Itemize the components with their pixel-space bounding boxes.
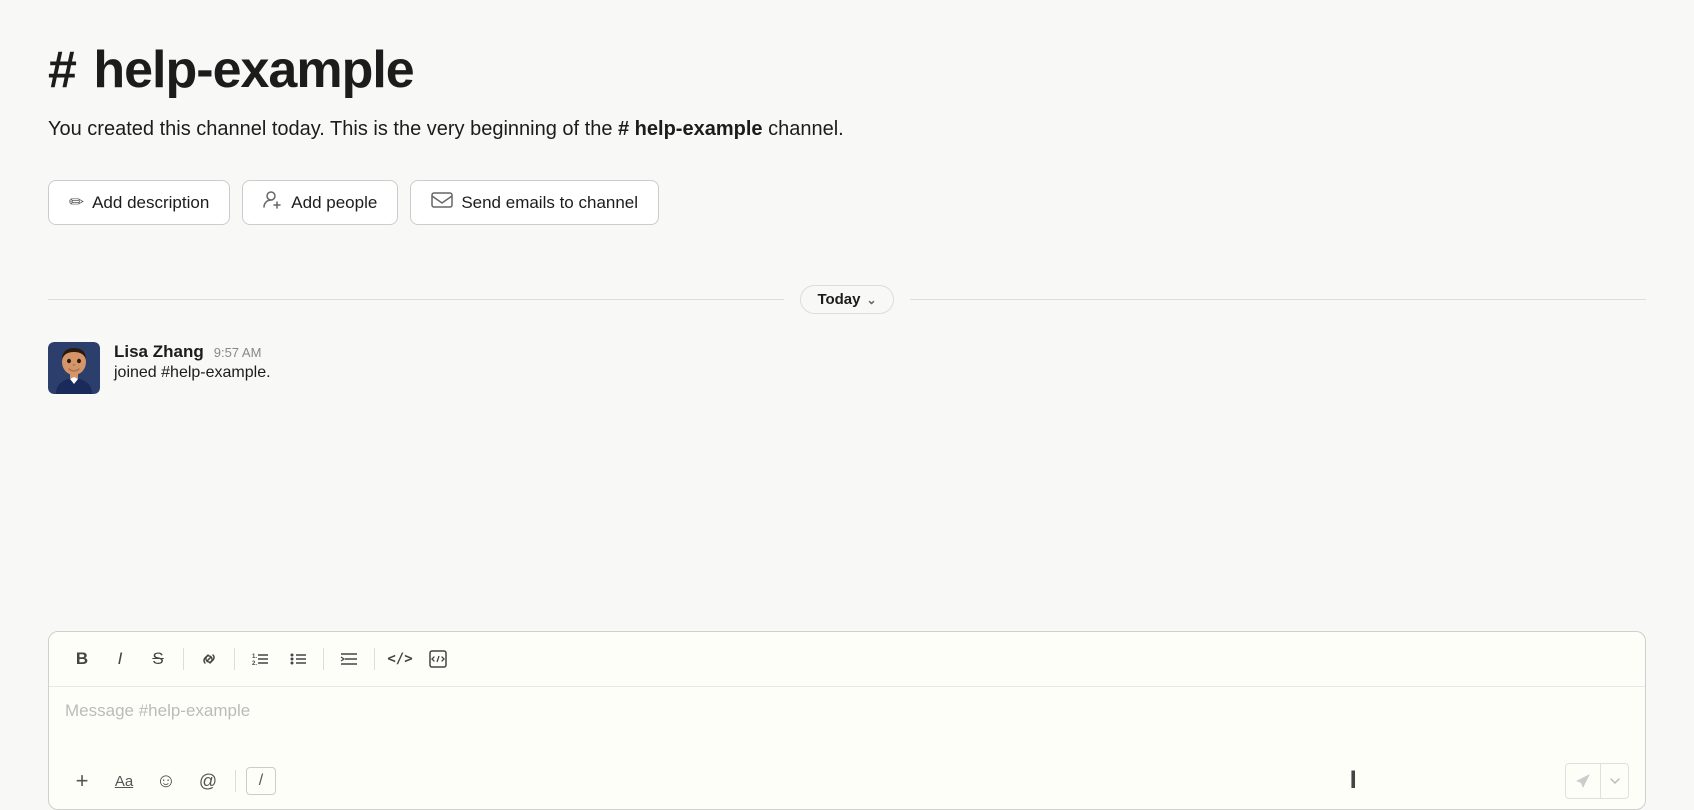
channel-name: help-example xyxy=(93,40,413,100)
send-emails-button[interactable]: Send emails to channel xyxy=(410,180,659,225)
formatting-toolbar: B I S 1. 2. xyxy=(49,632,1645,687)
message-meta: Lisa Zhang 9:57 AM xyxy=(114,342,271,362)
bold-button[interactable]: B xyxy=(65,642,99,676)
bottom-toolbar: + Aa ☺ @ / 𝐈 xyxy=(49,757,1645,809)
message-composer[interactable]: B I S 1. 2. xyxy=(48,631,1646,810)
text-cursor-indicator: 𝐈 xyxy=(1350,767,1357,795)
strikethrough-button[interactable]: S xyxy=(141,642,175,676)
message-text: joined #help-example. xyxy=(114,364,271,382)
add-people-label: Add people xyxy=(291,193,377,213)
chevron-down-icon: ⌄ xyxy=(867,293,877,307)
toolbar-sep-1 xyxy=(183,648,184,670)
channel-subtitle: You created this channel today. This is … xyxy=(48,114,1646,144)
toolbar-sep-2 xyxy=(234,648,235,670)
unordered-list-button[interactable] xyxy=(281,642,315,676)
date-divider-label[interactable]: Today ⌄ xyxy=(800,285,893,314)
toolbar-sep-4 xyxy=(374,648,375,670)
hash-icon: # xyxy=(48,40,89,100)
message-content: Lisa Zhang 9:57 AM joined #help-example. xyxy=(114,342,271,382)
message-placeholder: Message #help-example xyxy=(65,701,250,720)
message-input-wrapper[interactable]: Message #help-example xyxy=(49,687,1645,757)
message-item: Lisa Zhang 9:57 AM joined #help-example. xyxy=(48,342,1646,394)
emoji-button[interactable]: ☺ xyxy=(149,764,183,798)
email-icon xyxy=(431,192,453,213)
channel-header: # help-example You created this channel … xyxy=(48,40,1646,168)
subtitle-suffix: channel. xyxy=(763,118,844,140)
font-format-button[interactable]: Aa xyxy=(107,764,141,798)
svg-text:2.: 2. xyxy=(252,661,257,667)
indent-button[interactable] xyxy=(332,642,366,676)
date-label: Today xyxy=(817,291,860,308)
message-author: Lisa Zhang xyxy=(114,342,204,362)
toolbar-sep-3 xyxy=(323,648,324,670)
add-attachment-button[interactable]: + xyxy=(65,764,99,798)
italic-button[interactable]: I xyxy=(103,642,137,676)
date-divider: Today ⌄ xyxy=(48,285,1646,314)
slash-command-button[interactable]: / xyxy=(246,767,276,795)
subtitle-channel-name: # help-example xyxy=(618,118,763,140)
add-people-button[interactable]: Add people xyxy=(242,180,398,225)
code-block-button[interactable] xyxy=(421,642,455,676)
ordered-list-button[interactable]: 1. 2. xyxy=(243,642,277,676)
channel-title: # help-example xyxy=(48,40,1646,100)
action-buttons: ✏ Add description Add people Send emails… xyxy=(48,180,1646,225)
pencil-icon: ✏ xyxy=(69,192,84,213)
message-time: 9:57 AM xyxy=(214,345,262,360)
add-description-label: Add description xyxy=(92,193,209,213)
bottom-sep-1 xyxy=(235,770,236,792)
divider-line-left xyxy=(48,299,784,300)
add-description-button[interactable]: ✏ Add description xyxy=(48,180,230,225)
svg-text:1.: 1. xyxy=(252,654,257,660)
divider-line-right xyxy=(910,299,1646,300)
code-button[interactable]: </> xyxy=(383,642,417,676)
link-button[interactable] xyxy=(192,642,226,676)
subtitle-prefix: You created this channel today. This is … xyxy=(48,118,618,140)
avatar xyxy=(48,342,100,394)
add-person-icon xyxy=(263,191,283,214)
message-input[interactable]: Message #help-example xyxy=(49,687,1645,757)
send-button[interactable] xyxy=(1566,764,1600,798)
mention-button[interactable]: @ xyxy=(191,764,225,798)
send-emails-label: Send emails to channel xyxy=(461,193,638,213)
send-dropdown-button[interactable] xyxy=(1600,764,1628,798)
